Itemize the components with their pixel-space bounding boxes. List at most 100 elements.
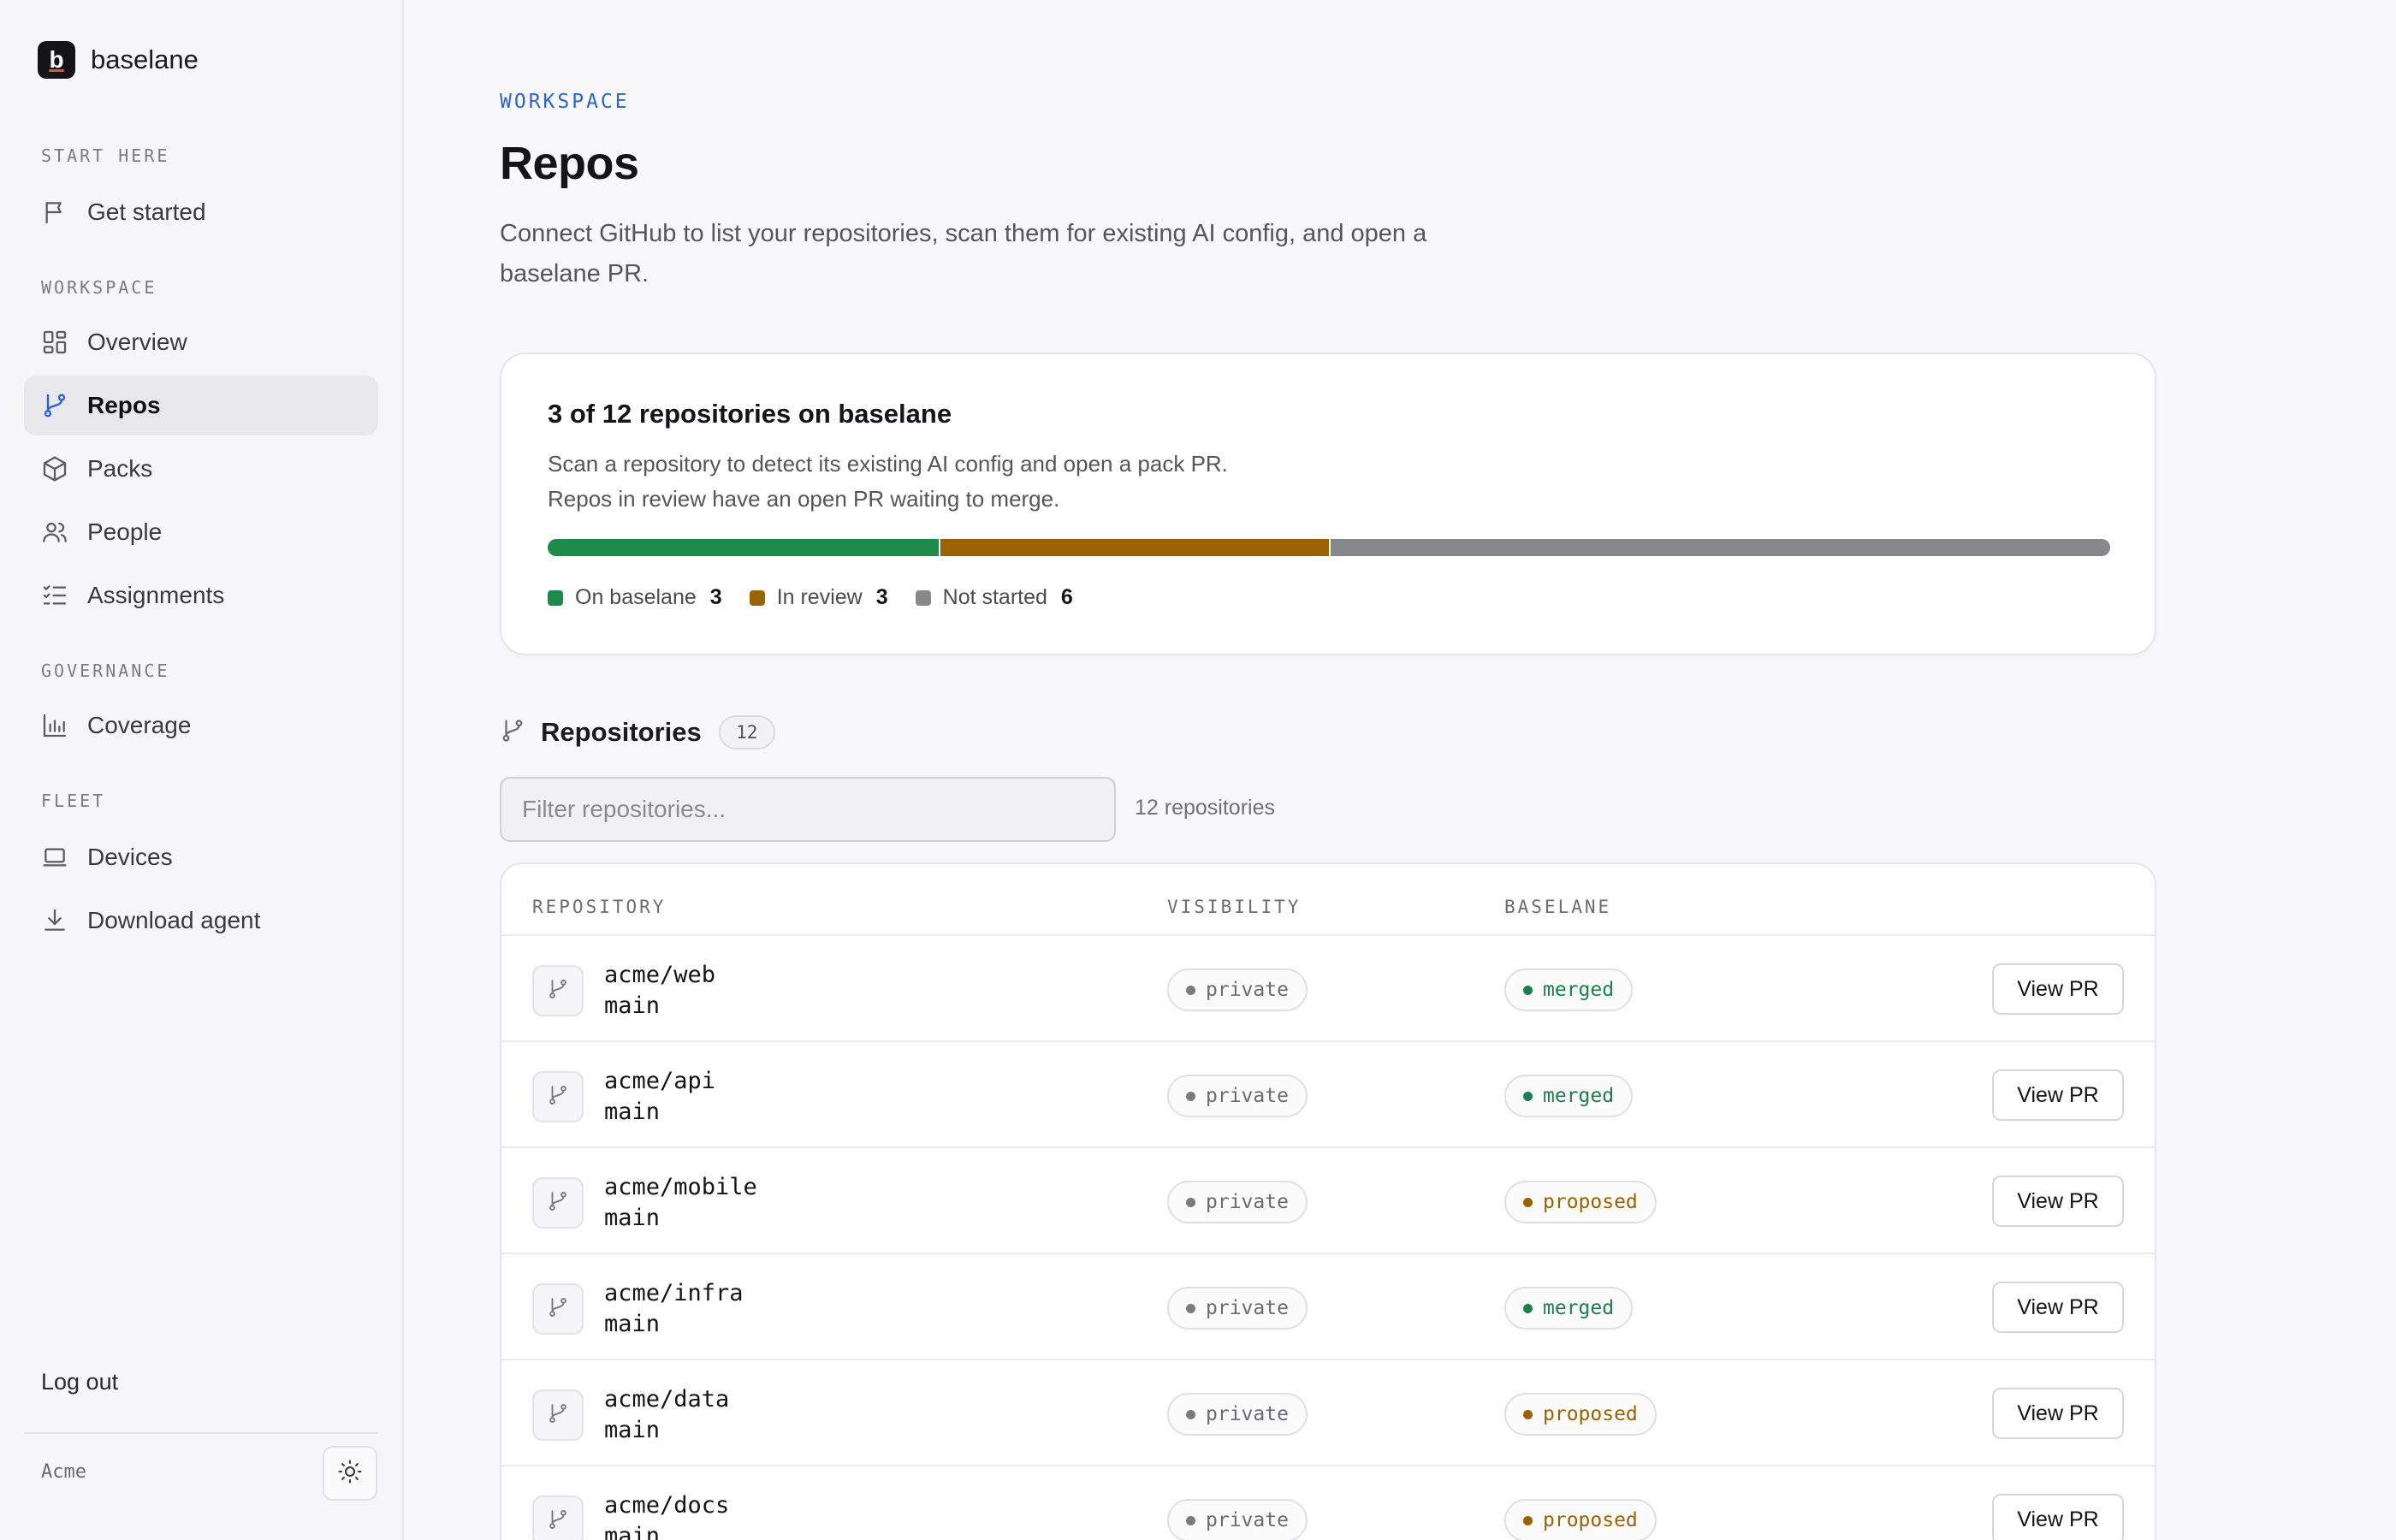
repo-name[interactable]: acme/api (604, 1066, 715, 1097)
summary-title: 3 of 12 repositories on baselane (548, 399, 952, 429)
sidebar-item-label: Overview (87, 329, 187, 355)
status-dot (1186, 1091, 1195, 1101)
view-pr-button[interactable]: View PR (1992, 1494, 2124, 1540)
package-icon (41, 455, 68, 483)
repo-name-cell: acme/data main (604, 1384, 729, 1446)
repo-name-cell: acme/web main (604, 960, 715, 1022)
table-row[interactable]: acme/mobile main private proposed View PR (501, 1148, 2155, 1254)
repo-name-cell: acme/mobile main (604, 1172, 757, 1234)
git-branch-icon (547, 1508, 569, 1535)
visibility-label: private (1206, 979, 1289, 1001)
status-dot (1523, 1303, 1533, 1313)
sidebar-item-devices[interactable]: Devices (24, 827, 378, 887)
flag-icon (41, 198, 68, 226)
view-pr-button[interactable]: View PR (1992, 1176, 2124, 1227)
git-branch-icon (547, 1296, 569, 1323)
visibility-badge: private (1167, 1181, 1308, 1223)
status-dot (1523, 985, 1533, 995)
nav-section-fleet: FLEET (41, 791, 106, 811)
visibility-label: private (1206, 1191, 1289, 1213)
repo-name-cell: acme/docs main (604, 1490, 729, 1540)
repo-icon (532, 1283, 584, 1335)
legend-count: 6 (1060, 585, 1073, 609)
status-progress-bar (548, 539, 2110, 556)
baselane-status-badge: merged (1504, 1287, 1634, 1330)
theme-toggle-button[interactable] (323, 1446, 377, 1501)
status-dot (1186, 985, 1195, 995)
view-pr-button[interactable]: View PR (1992, 1069, 2124, 1121)
brand-name: baselane (91, 44, 199, 74)
table-row[interactable]: acme/docs main private proposed View PR (501, 1466, 2155, 1540)
sidebar-divider (24, 1432, 378, 1434)
visibility-badge: private (1167, 1075, 1308, 1117)
repositories-count-text: 12 repositories (1135, 796, 1275, 820)
status-dot (1523, 1091, 1533, 1101)
view-pr-button[interactable]: View PR (1992, 1388, 2124, 1439)
sidebar-item-get-started[interactable]: Get started (24, 182, 378, 242)
legend-label: On baselane (575, 585, 697, 609)
sidebar-item-label: Repos (87, 392, 161, 418)
repo-icon (532, 1071, 584, 1122)
table-row[interactable]: acme/infra main private merged View PR (501, 1254, 2155, 1360)
sidebar-item-label: Coverage (87, 712, 192, 738)
status-label: proposed (1543, 1509, 1638, 1531)
sidebar-item-label: Devices (87, 844, 173, 870)
legend-label: In review (776, 585, 863, 609)
repo-name[interactable]: acme/web (604, 960, 715, 991)
status-dot (1523, 1409, 1533, 1419)
table-row[interactable]: acme/data main private proposed View PR (501, 1360, 2155, 1466)
sidebar-item-label: Assignments (87, 582, 225, 608)
baselane-summary-card: 3 of 12 repositories on baselane Scan a … (500, 352, 2156, 655)
filter-repositories-input[interactable] (500, 777, 1116, 842)
status-label: merged (1543, 1297, 1615, 1319)
summary-description: Scan a repository to detect its existing… (548, 447, 1228, 517)
status-dot (1186, 1409, 1195, 1419)
repo-name[interactable]: acme/infra (604, 1278, 744, 1309)
table-row[interactable]: acme/api main private merged View PR (501, 1042, 2155, 1148)
status-label: proposed (1543, 1403, 1638, 1425)
repositories-table: REPOSITORY VISIBILITY BASELANE acme/web m… (500, 862, 2156, 1540)
git-branch-icon (547, 1084, 569, 1111)
repo-icon (532, 1389, 584, 1441)
view-pr-button[interactable]: View PR (1992, 1282, 2124, 1333)
visibility-badge: private (1167, 1393, 1308, 1436)
sidebar-item-assignments[interactable]: Assignments (24, 566, 378, 625)
sidebar-item-packs[interactable]: Packs (24, 439, 378, 499)
sidebar-item-coverage[interactable]: Coverage (24, 696, 378, 755)
repo-name[interactable]: acme/data (604, 1384, 729, 1415)
brand[interactable]: b baselane (38, 41, 199, 79)
git-branch-icon (500, 718, 525, 748)
status-label: merged (1543, 979, 1615, 1001)
brand-logo: b (38, 41, 75, 79)
visibility-badge: private (1167, 968, 1308, 1011)
sidebar-item-download-agent[interactable]: Download agent (24, 891, 378, 951)
download-icon (41, 907, 68, 934)
list-checks-icon (41, 582, 68, 609)
progress-segment (938, 539, 1329, 556)
baselane-status-badge: proposed (1504, 1393, 1657, 1436)
org-name: Acme (41, 1461, 86, 1483)
logout-link[interactable]: Log out (41, 1369, 118, 1395)
table-row[interactable]: acme/web main private merged View PR (501, 936, 2155, 1042)
users-icon (41, 518, 68, 546)
legend-swatch (915, 589, 931, 606)
sidebar-item-people[interactable]: People (24, 502, 378, 562)
sidebar-item-repos[interactable]: Repos (24, 376, 378, 435)
view-pr-button[interactable]: View PR (1992, 963, 2124, 1015)
repo-name[interactable]: acme/docs (604, 1490, 729, 1521)
column-header-baselane: BASELANE (1504, 897, 1612, 917)
sidebar: b baselane START HERE Get started WORKSP… (0, 0, 404, 1540)
sun-icon (337, 1459, 363, 1489)
visibility-label: private (1206, 1297, 1289, 1319)
repo-name[interactable]: acme/mobile (604, 1172, 757, 1203)
legend-label: Not started (942, 585, 1047, 609)
status-label: merged (1543, 1085, 1615, 1107)
status-dot (1523, 1515, 1533, 1525)
legend-swatch (749, 589, 765, 606)
sidebar-item-overview[interactable]: Overview (24, 312, 378, 372)
sidebar-item-label: People (87, 518, 163, 545)
sidebar-item-label: Packs (87, 455, 153, 482)
legend-swatch (548, 589, 563, 606)
progress-segment (548, 539, 939, 556)
page-title: Repos (500, 138, 639, 189)
